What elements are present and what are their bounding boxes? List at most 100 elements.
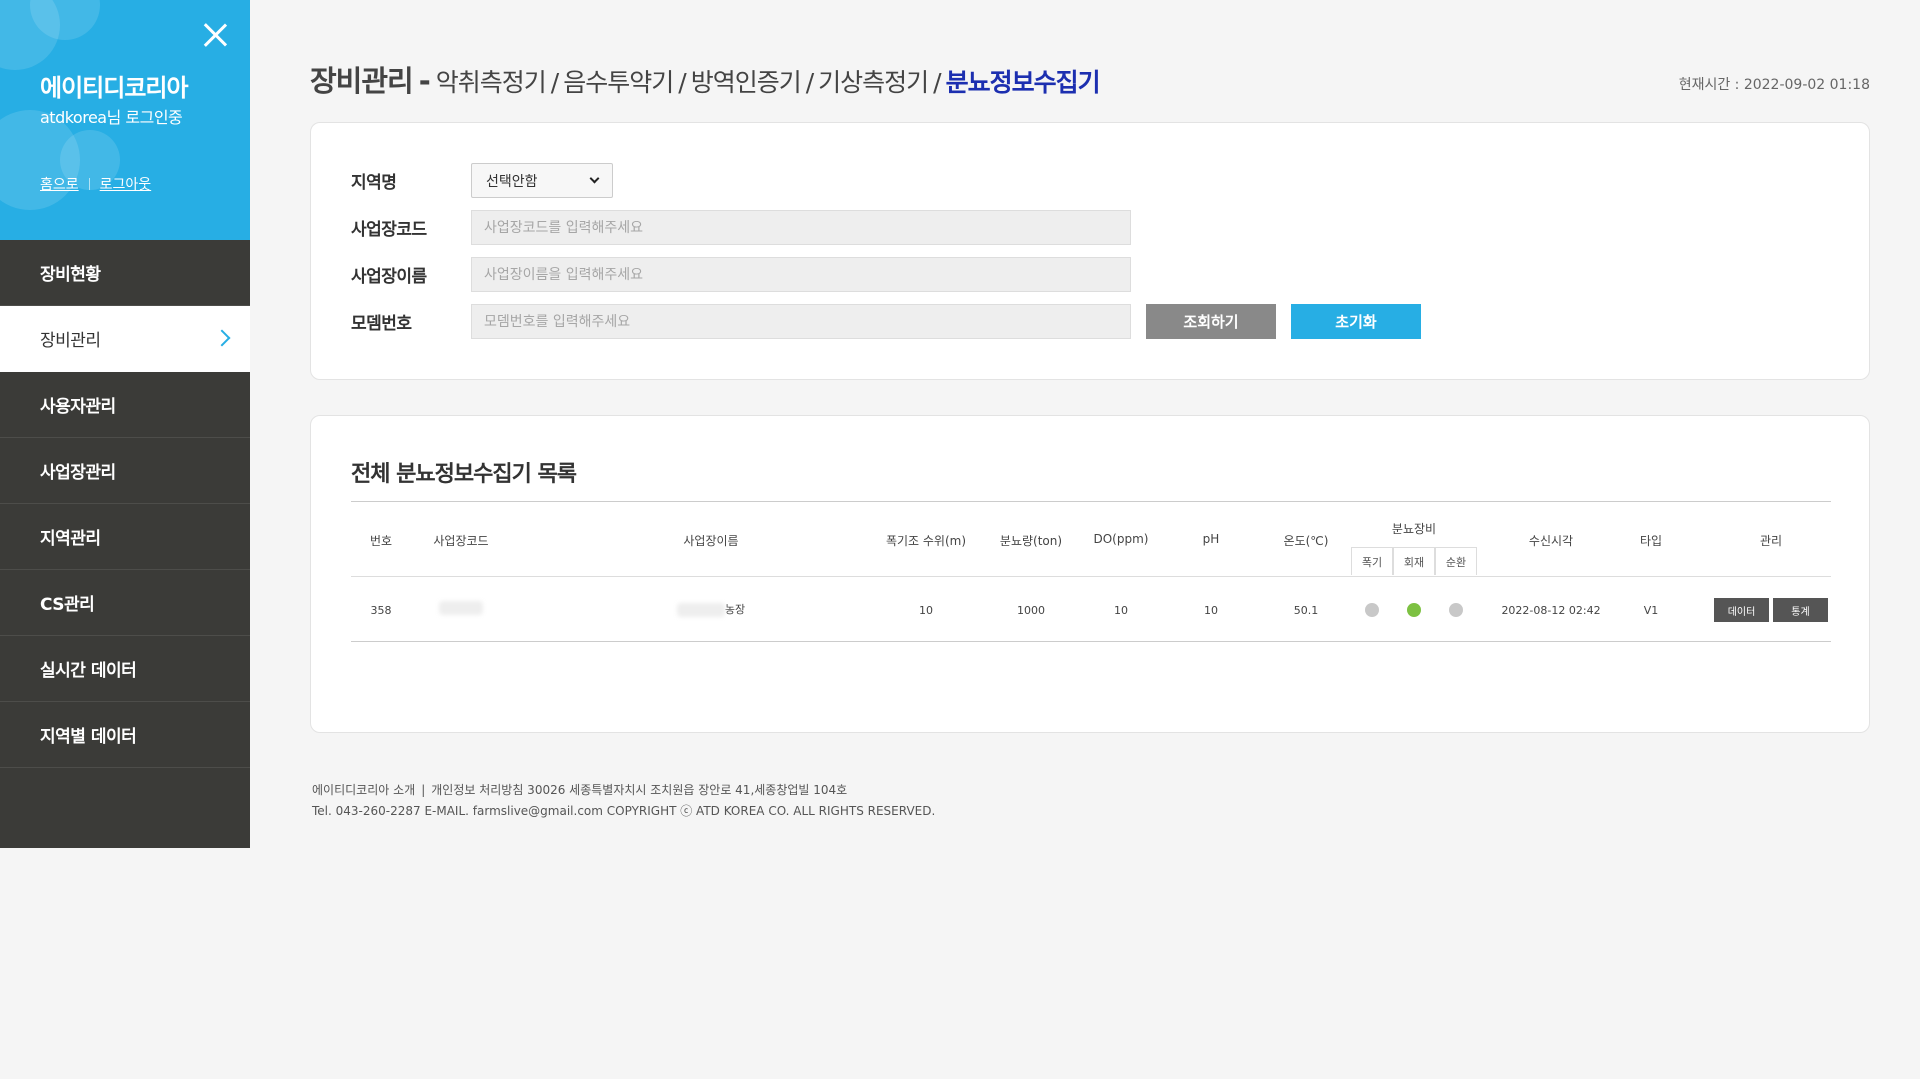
- link-divider: [88, 178, 90, 190]
- sidebar-item-label: 지역관리: [40, 529, 101, 549]
- stats-button[interactable]: 통계: [1773, 598, 1828, 622]
- region-select[interactable]: 선택안함: [471, 163, 613, 198]
- sidebar-item-user-management[interactable]: 사용자관리: [0, 372, 250, 438]
- search-button[interactable]: 조회하기: [1146, 304, 1276, 339]
- status-dot-circulation: [1449, 603, 1463, 617]
- col-amount: 분뇨량(ton): [999, 534, 1063, 548]
- footer-line-1: 에이티디코리아 소개 | 개인정보 처리방침 30026 세종특별자치시 조치원읍 …: [312, 780, 935, 801]
- list-title: 전체 분뇨정보수집기 목록: [351, 462, 577, 487]
- login-status: atdkorea님 로그인중: [40, 108, 183, 127]
- sidebar-item-equipment-status[interactable]: 장비현황: [0, 240, 250, 306]
- cell-received-time: 2022-08-12 02:42: [1501, 604, 1601, 617]
- col-received-time: 수신시각: [1528, 534, 1574, 548]
- brand-name: 에이티디코리아: [40, 74, 189, 102]
- page-title-main: 장비관리: [310, 64, 414, 98]
- crumb-separator: /: [550, 68, 560, 97]
- status-dot-aeration: [1365, 603, 1379, 617]
- table-header: 번호 사업장코드 사업장이름 폭기조 수위(m) 분뇨량(ton) DO(ppm…: [351, 502, 1831, 577]
- crumb-separator: /: [805, 68, 815, 97]
- footer: 에이티디코리아 소개 | 개인정보 처리방침 30026 세종특별자치시 조치원읍 …: [312, 780, 935, 822]
- reset-button[interactable]: 초기화: [1291, 304, 1421, 339]
- home-link[interactable]: 홈으로: [40, 174, 79, 194]
- table-row: 358 농장 10 1000 10 10 50.1 2022-08-12 02:…: [351, 577, 1831, 642]
- sidebar-item-region-management[interactable]: 지역관리: [0, 504, 250, 570]
- sidebar-item-label: 사용자관리: [40, 397, 116, 417]
- table-body: 358 농장 10 1000 10 10 50.1 2022-08-12 02:…: [351, 577, 1831, 642]
- current-time: 현재시간 : 2022-09-02 01:18: [1678, 77, 1870, 93]
- status-dot-ash: [1407, 603, 1421, 617]
- sidebar-item-equipment-management[interactable]: 장비관리: [0, 306, 250, 372]
- name-label: 사업장이름: [351, 267, 427, 287]
- sidebar-item-cs-management[interactable]: CS관리: [0, 570, 250, 636]
- cell-no: 358: [370, 604, 392, 617]
- about-link[interactable]: 에이티디코리아 소개: [312, 783, 415, 797]
- tab-odor-meter[interactable]: 악취측정기: [436, 68, 547, 97]
- device-table: 번호 사업장코드 사업장이름 폭기조 수위(m) 분뇨량(ton) DO(ppm…: [351, 501, 1831, 642]
- site-name-input[interactable]: [471, 257, 1131, 292]
- col-site-name: 사업장이름: [683, 534, 739, 548]
- cell-site-name: 농장: [601, 601, 821, 617]
- modem-number-input[interactable]: [471, 304, 1131, 339]
- close-icon[interactable]: [202, 22, 228, 48]
- cell-type: V1: [1643, 604, 1659, 617]
- search-panel: 지역명 선택안함 사업장코드 사업장이름 모뎀번호 조회하기 초기화: [310, 122, 1870, 380]
- cell-do: 10: [1114, 604, 1128, 617]
- cell-temp: 50.1: [1293, 604, 1319, 617]
- region-select-value: 선택안함: [486, 173, 538, 190]
- col-temp: 온도(℃): [1283, 534, 1329, 548]
- col-equipment: 분뇨장비: [1391, 522, 1437, 536]
- sidebar-item-site-management[interactable]: 사업장관리: [0, 438, 250, 504]
- list-panel: 전체 분뇨정보수집기 목록 번호 사업장코드 사업장이름 폭기조 수위(m) 분…: [310, 415, 1870, 733]
- code-row: 사업장코드: [351, 210, 1131, 245]
- region-label: 지역명: [351, 173, 397, 193]
- cell-site-name-suffix: 농장: [724, 603, 746, 616]
- sidebar-item-realtime-data[interactable]: 실시간 데이터: [0, 636, 250, 702]
- footer-separator: |: [421, 783, 426, 797]
- col-level: 폭기조 수위(m): [885, 534, 967, 548]
- cell-site-code-redacted: [421, 601, 501, 615]
- tab-weather-meter[interactable]: 기상측정기: [818, 68, 929, 97]
- sidebar-links: 홈으로 로그아웃: [40, 174, 151, 194]
- modem-label: 모뎀번호: [351, 314, 412, 334]
- crumb-separator: /: [933, 68, 942, 97]
- sidebar-menu: 장비현황 장비관리 사용자관리 사업장관리 지역관리 CS관리 실시간 데이터 …: [0, 240, 250, 768]
- col-equipment-ash: 회재: [1393, 547, 1435, 575]
- col-manage: 관리: [1759, 534, 1783, 548]
- sidebar-item-label: 장비관리: [40, 331, 101, 351]
- page-title: 장비관리 - 악취측정기 / 음수투약기 / 방역인증기 / 기상측정기 / 분뇨정보수집기: [310, 58, 1101, 100]
- data-button[interactable]: 데이터: [1714, 598, 1769, 622]
- cell-ph: 10: [1204, 604, 1218, 617]
- sidebar-item-label: 실시간 데이터: [40, 661, 137, 681]
- tab-disinfection-cert[interactable]: 방역인증기: [691, 68, 802, 97]
- footer-contact: Tel. 043-260-2287 E-MAIL. farmslive@gmai…: [312, 804, 936, 818]
- col-ph: pH: [1202, 532, 1220, 546]
- tab-water-dosing[interactable]: 음수투약기: [563, 68, 674, 97]
- title-dash: -: [418, 64, 431, 98]
- sidebar-item-label: 장비현황: [40, 265, 101, 285]
- code-label: 사업장코드: [351, 220, 427, 240]
- privacy-link[interactable]: 개인정보 처리방침 30026 세종특별자치시 조치원읍 장안로 41,세종창업…: [431, 783, 847, 797]
- tab-manure-collector[interactable]: 분뇨정보수집기: [946, 68, 1101, 97]
- col-no: 번호: [369, 534, 393, 548]
- sidebar: 에이티디코리아 atdkorea님 로그인중 홈으로 로그아웃 장비현황 장비관…: [0, 0, 250, 848]
- col-site-code: 사업장코드: [433, 534, 489, 548]
- region-row: 지역명 선택안함: [351, 163, 613, 198]
- cell-amount: 1000: [1017, 604, 1045, 617]
- name-row: 사업장이름: [351, 257, 1131, 292]
- sidebar-item-label: CS관리: [40, 595, 95, 615]
- col-equipment-aeration: 폭기: [1351, 547, 1393, 575]
- chevron-right-icon: [213, 329, 231, 347]
- sidebar-item-label: 지역별 데이터: [40, 727, 137, 747]
- cell-level: 10: [919, 604, 933, 617]
- sidebar-item-regional-data[interactable]: 지역별 데이터: [0, 702, 250, 768]
- col-do: DO(ppm): [1093, 532, 1149, 546]
- col-equipment-circulation: 순환: [1435, 547, 1477, 575]
- sidebar-item-label: 사업장관리: [40, 463, 116, 483]
- sidebar-header: 에이티디코리아 atdkorea님 로그인중 홈으로 로그아웃: [0, 0, 250, 240]
- chevron-down-icon: [589, 173, 600, 184]
- crumb-separator: /: [678, 68, 687, 97]
- site-code-input[interactable]: [471, 210, 1131, 245]
- modem-row: 모뎀번호 조회하기 초기화: [351, 304, 1421, 339]
- col-type: 타입: [1639, 534, 1663, 548]
- logout-link[interactable]: 로그아웃: [100, 174, 152, 194]
